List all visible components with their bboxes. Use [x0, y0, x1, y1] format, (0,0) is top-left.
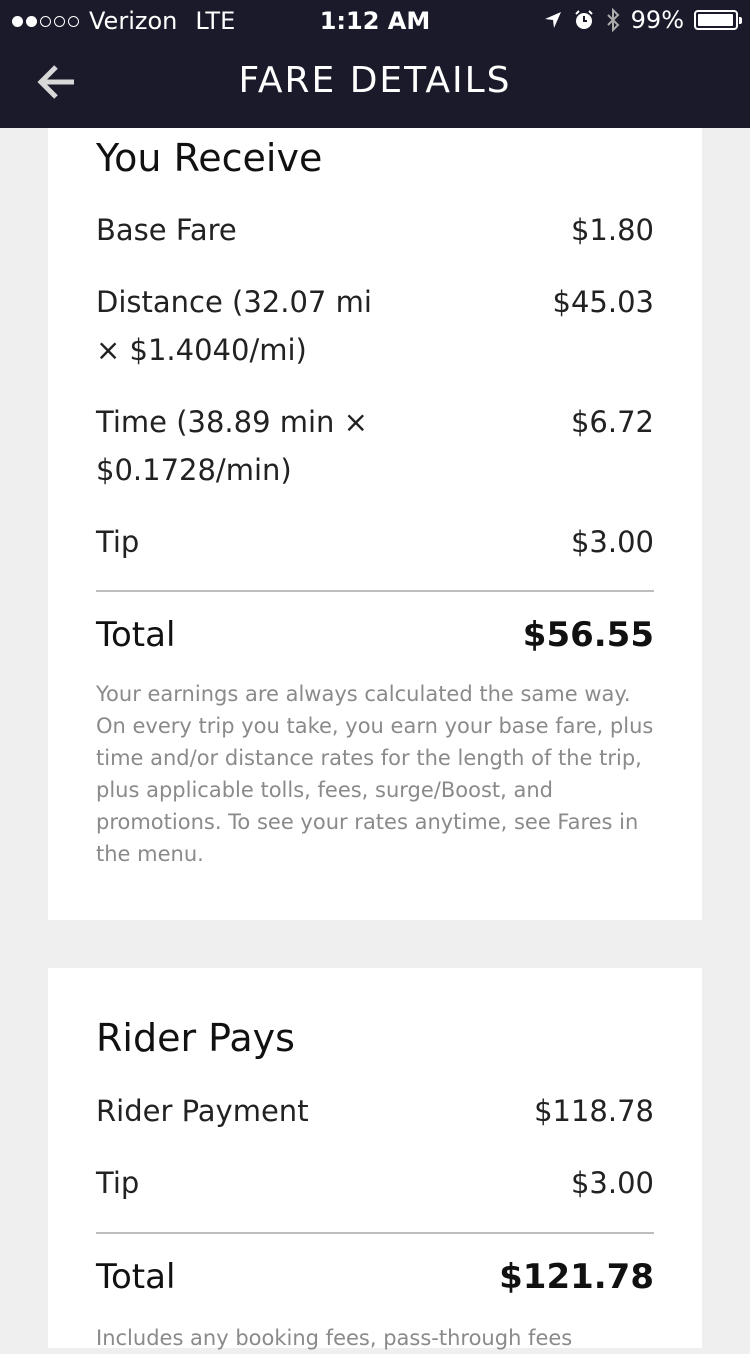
page-title: FARE DETAILS — [238, 60, 512, 101]
rider-pays-heading: Rider Pays — [96, 1016, 295, 1060]
total-label: Total — [96, 1257, 176, 1297]
fare-row-label: Time (38.89 min × $0.1728/min) — [96, 405, 368, 487]
total-label: Total — [96, 615, 176, 655]
fare-row-value: $6.72 — [570, 405, 654, 439]
battery-icon — [694, 10, 742, 30]
status-right: 99% — [543, 6, 742, 34]
top-bar: Verizon LTE 1:12 AM 99% FARE DETAILS — [0, 0, 750, 128]
alarm-icon — [574, 10, 593, 29]
fare-row-value: $45.03 — [552, 285, 654, 319]
status-bar: Verizon LTE 1:12 AM 99% — [0, 0, 750, 40]
divider — [96, 590, 654, 592]
fare-row-label: Distance (32.07 mi × $1.4040/mi) — [96, 285, 372, 367]
total-value: $121.78 — [499, 1257, 654, 1297]
payment-row-value: $118.78 — [534, 1094, 654, 1128]
fare-row-label: Tip — [96, 525, 140, 559]
fare-row-value: $3.00 — [570, 525, 654, 559]
location-arrow-icon — [544, 12, 561, 28]
payment-row-label: Tip — [96, 1166, 140, 1200]
payment-row-value: $3.00 — [570, 1166, 654, 1200]
total-value: $56.55 — [522, 615, 654, 655]
bluetooth-icon — [606, 8, 620, 32]
fare-row-label: Base Fare — [96, 213, 237, 247]
you-receive-card: You Receive Base Fare $1.80 Distance (32… — [48, 128, 702, 920]
you-receive-heading: You Receive — [96, 136, 323, 180]
rider-pays-card: Rider Pays Rider Payment $118.78 Tip $3.… — [48, 968, 702, 1350]
payment-row-label: Rider Payment — [96, 1094, 309, 1128]
divider — [96, 1232, 654, 1234]
earnings-note: Your earnings are always calculated the … — [96, 682, 654, 866]
rider-pays-note: Includes any booking fees, pass-through … — [96, 1326, 573, 1350]
battery-percent: 99% — [630, 6, 684, 34]
fare-row-value: $1.80 — [570, 213, 654, 247]
